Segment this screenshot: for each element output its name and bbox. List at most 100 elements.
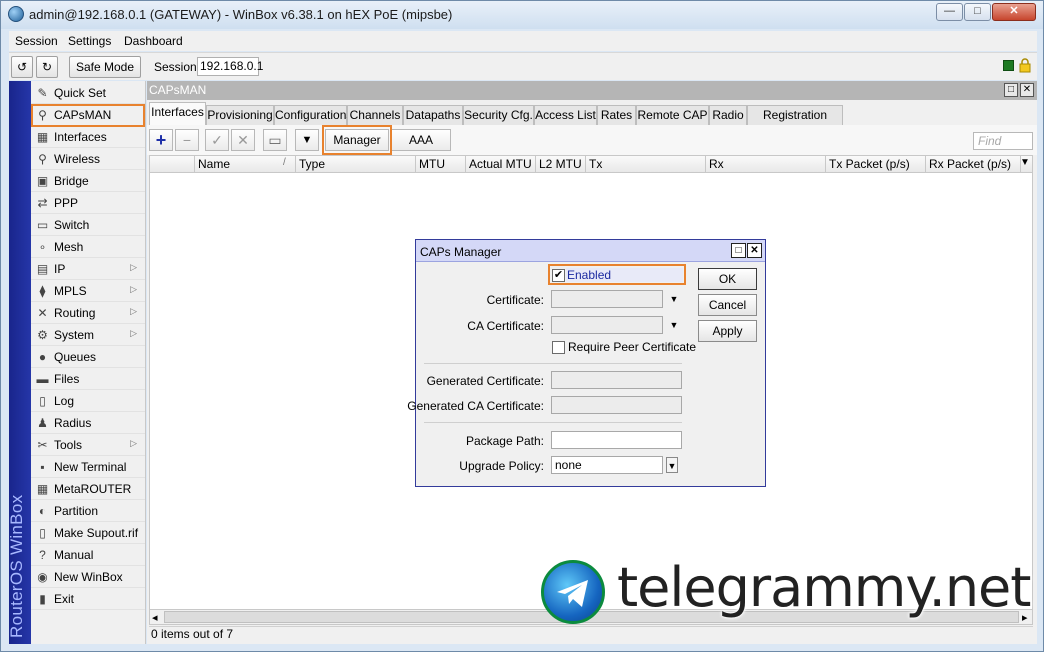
column-header[interactable]: Rx Packet (p/s) — [926, 156, 1021, 172]
package-path-input[interactable] — [551, 431, 682, 449]
sidebar-item-partition[interactable]: ◐ Partition — [31, 500, 145, 522]
capsman-maximize-button[interactable]: □ — [1004, 83, 1018, 97]
capsman-toolbar: + − ✓ ✕ ▭ ▼ Manager AAA Find — [147, 125, 1037, 155]
tab-provisioning[interactable]: Provisioning — [206, 105, 274, 125]
ok-button[interactable]: OK — [698, 268, 757, 290]
capsman-close-button[interactable]: ✕ — [1020, 83, 1034, 97]
scroll-left-icon[interactable]: ◂ — [152, 611, 158, 624]
sidebar-item-label: Switch — [54, 218, 90, 232]
column-header[interactable]: Name — [195, 156, 296, 172]
menu-settings[interactable]: Settings — [68, 34, 111, 48]
certificate-dropdown-icon[interactable]: ▼ — [668, 291, 680, 307]
column-header[interactable]: L2 MTU — [536, 156, 586, 172]
tab-configurations[interactable]: Configurations — [274, 105, 352, 125]
column-header[interactable]: Type — [296, 156, 416, 172]
column-header[interactable]: Tx Packet (p/s) — [826, 156, 926, 172]
generated-certificate-label: Generated Certificate: — [426, 374, 544, 388]
require-peer-checkbox[interactable] — [552, 341, 565, 354]
comment-icon[interactable]: ▭ — [263, 129, 287, 151]
sidebar-item-new-winbox[interactable]: ◉ New WinBox — [31, 566, 145, 588]
quick-set-icon: ✎ — [37, 86, 48, 100]
sidebar-item-mesh[interactable]: ∘ Mesh — [31, 236, 145, 258]
cancel-button[interactable]: Cancel — [698, 294, 757, 316]
menu-dashboard[interactable]: Dashboard — [124, 34, 183, 48]
tab-remote-cap[interactable]: Remote CAP — [636, 105, 709, 125]
terminal-icon: ▪ — [40, 460, 45, 474]
add-icon[interactable]: + — [149, 129, 173, 151]
column-header[interactable] — [150, 156, 195, 172]
sidebar-item-files[interactable]: ▬ Files — [31, 368, 145, 390]
remove-icon[interactable]: − — [175, 129, 199, 151]
minimize-button[interactable]: — — [936, 3, 963, 21]
disable-icon[interactable]: ✕ — [231, 129, 255, 151]
sidebar-item-exit[interactable]: ▮ Exit — [31, 588, 145, 610]
column-header[interactable]: Rx — [706, 156, 826, 172]
upgrade-policy-dropdown-icon[interactable]: ▼ — [666, 457, 678, 473]
sidebar-item-radius[interactable]: ♟ Radius — [31, 412, 145, 434]
tab-security-cfg[interactable]: Security Cfg. — [463, 105, 534, 125]
sidebar-item-wireless[interactable]: ⚲ Wireless — [31, 148, 145, 170]
tab-radio[interactable]: Radio — [709, 105, 747, 125]
sidebar-item-bridge[interactable]: ▣ Bridge — [31, 170, 145, 192]
tab-datapaths[interactable]: Datapaths — [403, 105, 463, 125]
sidebar-item-make-supout-rif[interactable]: ▯ Make Supout.rif — [31, 522, 145, 544]
undo-button[interactable]: ↺ — [11, 56, 33, 78]
certificate-select[interactable] — [551, 290, 663, 308]
ca-certificate-dropdown-icon[interactable]: ▼ — [668, 317, 680, 333]
enabled-checkbox[interactable]: ✔ — [552, 269, 565, 282]
require-peer-label[interactable]: Require Peer Certificate — [568, 340, 696, 354]
sidebar-item-new-terminal[interactable]: ▪ New Terminal — [31, 456, 145, 478]
tab-interfaces[interactable]: Interfaces — [149, 102, 206, 125]
tab-access-list[interactable]: Access List — [534, 105, 597, 125]
apply-button[interactable]: Apply — [698, 320, 757, 342]
sidebar-item-label: Interfaces — [54, 130, 107, 144]
find-input[interactable]: Find — [973, 132, 1033, 150]
safe-mode-button[interactable]: Safe Mode — [69, 56, 141, 78]
interfaces-icon: ▦ — [36, 130, 49, 144]
close-button[interactable]: ✕ — [992, 3, 1036, 21]
sidebar-item-label: Log — [54, 394, 75, 408]
sidebar-item-mpls[interactable]: ⧫ MPLS ▷ — [31, 280, 145, 302]
column-menu-icon[interactable]: ▼ — [1020, 157, 1030, 168]
sidebar-item-label: Tools — [54, 438, 83, 452]
tab-channels[interactable]: Channels — [347, 105, 403, 125]
sidebar-item-metarouter[interactable]: ▦ MetaROUTER — [31, 478, 145, 500]
column-header[interactable]: Tx — [586, 156, 706, 172]
menu-session[interactable]: Session — [15, 34, 58, 48]
dialog-maximize-button[interactable]: □ — [731, 243, 746, 258]
sidebar-item-routing[interactable]: ✕ Routing ▷ — [31, 302, 145, 324]
column-header[interactable]: MTU — [416, 156, 466, 172]
sidebar-item-quick-set[interactable]: ✎ Quick Set — [31, 82, 145, 104]
sidebar-item-tools[interactable]: ✂ Tools ▷ — [31, 434, 145, 456]
log-icon: ▯ — [39, 394, 46, 408]
sidebar-item-label: New Terminal — [54, 460, 127, 474]
filter-icon[interactable]: ▼ — [295, 129, 319, 151]
sidebar-item-queues[interactable]: ● Queues — [31, 346, 145, 368]
tab-rates[interactable]: Rates — [597, 105, 636, 125]
watermark-text: telegrammy.net — [617, 556, 1031, 619]
sidebar-item-switch[interactable]: ▭ Switch — [31, 214, 145, 236]
dialog-close-button[interactable]: ✕ — [747, 243, 762, 258]
ca-certificate-select[interactable] — [551, 316, 663, 334]
aaa-button[interactable]: AAA — [391, 129, 451, 151]
sidebar-item-system[interactable]: ⚙ System ▷ — [31, 324, 145, 346]
title-bar[interactable]: admin@192.168.0.1 (GATEWAY) - WinBox v6.… — [1, 1, 1043, 29]
sidebar-item-interfaces[interactable]: ▦ Interfaces — [31, 126, 145, 148]
maximize-button[interactable]: □ — [964, 3, 991, 21]
enable-icon[interactable]: ✓ — [205, 129, 229, 151]
sidebar-item-log[interactable]: ▯ Log — [31, 390, 145, 412]
tab-registration-table[interactable]: Registration Table — [747, 105, 843, 140]
watermark: telegrammy.net — [541, 556, 1041, 630]
capsman-title-bar[interactable]: CAPsMAN □ ✕ — [147, 81, 1037, 100]
dialog-title-bar[interactable]: CAPs Manager □ ✕ — [416, 240, 765, 262]
sidebar-item-label: Manual — [54, 548, 94, 562]
sidebar-item-ip[interactable]: ▤ IP ▷ — [31, 258, 145, 280]
column-header[interactable]: Actual MTU — [466, 156, 536, 172]
sidebar-item-manual[interactable]: ? Manual — [31, 544, 145, 566]
sidebar-item-ppp[interactable]: ⇄ PPP — [31, 192, 145, 214]
sidebar-item-label: Radius — [54, 416, 92, 430]
upgrade-policy-select[interactable]: none — [551, 456, 663, 474]
sidebar-item-label: Wireless — [54, 152, 101, 166]
enabled-label[interactable]: Enabled — [566, 268, 683, 282]
redo-button[interactable]: ↻ — [36, 56, 58, 78]
